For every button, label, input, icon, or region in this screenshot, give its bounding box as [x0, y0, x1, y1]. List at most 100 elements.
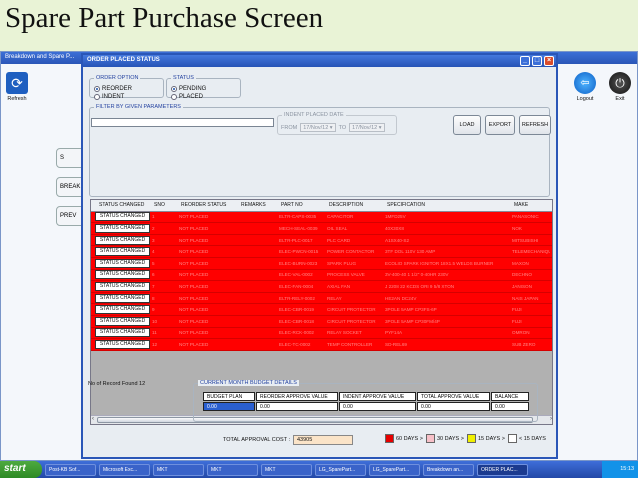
status-changed-button[interactable]: STATUS CHANGED [95, 270, 150, 280]
exit-button[interactable]: ⏻ Exit [607, 72, 633, 102]
table-cell: NOT PLACED [179, 225, 209, 231]
total-approve-value[interactable]: 0.00 [417, 402, 490, 411]
minimize-icon[interactable]: _ [520, 56, 530, 66]
table-cell: NOT PLACED [179, 237, 209, 243]
table-cell: 3POLE 5AMP CP30FM/4P [385, 318, 440, 324]
refresh-button[interactable]: ⟳ Refresh [5, 72, 29, 102]
table-row[interactable]: STATUS CHANGED 3 NOT PLACED ELTR-PLC-0017 PL… [91, 234, 552, 247]
taskbar-task[interactable]: Breakdown an... [423, 463, 474, 476]
table-cell: NOT PLACED [179, 249, 209, 255]
taskbar-task[interactable]: MKT [261, 463, 312, 476]
table-row[interactable]: STATUS CHANGED 1 NOT PLACED ELTR-CAPS-0035 C… [91, 211, 552, 224]
pending-radio[interactable]: PENDING [171, 86, 206, 92]
table-row[interactable]: STATUS CHANGED 2 NOT PLACED MECH-SEAL-0039 O… [91, 223, 552, 235]
table-cell: ELTR-PLC-0017 [279, 237, 313, 243]
scroll-left-icon[interactable]: ‹ [92, 416, 94, 422]
close-icon[interactable]: × [544, 56, 554, 66]
record-count: No of Record Found 12 [88, 381, 146, 387]
status-changed-button[interactable]: STATUS CHANGED [95, 316, 150, 326]
taskbar-task[interactable]: MKT [207, 463, 258, 476]
status-changed-button[interactable]: STATUS CHANGED [95, 339, 150, 349]
table-cell: 3V-400-40 1 1/2" 0-40HR 230V [385, 272, 449, 278]
table-cell: PLC CARD [327, 237, 351, 243]
status-changed-button[interactable]: STATUS CHANGED [95, 328, 150, 338]
table-row[interactable]: STATUS CHANGED 8 NOT PLACED ELTR-RELY-0002 R… [91, 292, 552, 305]
status-changed-button[interactable]: STATUS CHANGED [95, 247, 150, 257]
table-row[interactable]: STATUS CHANGED 9 NOT PLACED ELEC-CBR-0019 CI… [91, 304, 552, 316]
status-changed-button[interactable]: STATUS CHANGED [95, 212, 150, 222]
placed-radio[interactable]: PLACED [171, 94, 203, 100]
table-cell: 11 [152, 330, 157, 336]
order-placed-status-dialog: ORDER PLACED STATUS _ □ × ORDER OPTION R… [81, 53, 558, 459]
table-cell: 6 [152, 272, 155, 278]
table-cell: ELEC-CBR-0018 [279, 318, 314, 324]
from-date-picker[interactable]: 17/Nov/12 ▾ [300, 123, 336, 132]
table-row[interactable]: STATUS CHANGED 7 NOT PLACED ELEC-FAN-0004 AX… [91, 281, 552, 293]
logout-icon: ⇦ [574, 72, 596, 94]
taskbar-task[interactable]: MKT [153, 463, 204, 476]
table-row[interactable]: STATUS CHANGED 4 NOT PLACED ELEC-PWCN-0015 P… [91, 246, 552, 258]
logout-button[interactable]: ⇦ Logout [572, 72, 598, 102]
taskbar-task[interactable]: Microsoft Exc... [99, 463, 150, 476]
load-button[interactable]: LOAD [453, 115, 481, 135]
reorder-radio[interactable]: REORDER [94, 86, 132, 92]
scroll-right-icon[interactable]: › [550, 416, 552, 422]
taskbar-task[interactable]: Post-KB Sof... [45, 463, 96, 476]
table-cell: CIRCUIT PROTECTOR [327, 318, 376, 324]
table-cell: NOK [512, 225, 522, 231]
status-changed-button[interactable]: STATUS CHANGED [95, 235, 150, 245]
legend-swatch [426, 434, 435, 443]
export-button[interactable]: EXPORT [485, 115, 515, 135]
table-row[interactable]: STATUS CHANGED 6 NOT PLACED ELEC-VAL-0002 PR… [91, 269, 552, 282]
table-cell: SUB ZERO [512, 341, 536, 347]
table-row[interactable]: STATUS CHANGED 5 NOT PLACED ELEC-BURN-0023 S… [91, 258, 552, 270]
order-option-group: ORDER OPTION REORDER INDENT [89, 75, 164, 100]
refresh-grid-button[interactable]: REFRESH [519, 115, 551, 135]
status-changed-button[interactable]: STATUS CHANGED [95, 281, 150, 291]
taskbar-task[interactable]: ORDER PLAC... [477, 463, 528, 476]
indent-radio[interactable]: INDENT [94, 94, 124, 100]
refresh-icon: ⟳ [6, 72, 28, 94]
column-header: REMARKS [241, 202, 266, 209]
table-cell: 9 [152, 307, 155, 313]
table-cell: NOT PLACED [179, 283, 209, 289]
table-cell: NOT PLACED [179, 318, 209, 324]
table-cell: CAPACITOR [327, 214, 354, 220]
indent-approve-value[interactable]: 0.00 [339, 402, 416, 411]
table-cell: NOT PLACED [179, 295, 209, 301]
table-cell: NOT PLACED [179, 214, 209, 220]
table-cell: TELEMECHANIQUE [512, 249, 550, 255]
table-cell: RELAY [327, 295, 342, 301]
taskbar-clock: 15:13 [602, 461, 638, 478]
table-row[interactable]: STATUS CHANGED 11 NOT PLACED ELEC-RCK-0002 R… [91, 327, 552, 340]
table-row[interactable]: STATUS CHANGED 10 NOT PLACED ELEC-CBR-0018 C… [91, 316, 552, 328]
taskbar-task[interactable]: LG_SparePart... [369, 463, 420, 476]
table-cell: ELTR-CAPS-0035 [279, 214, 317, 220]
table-cell: 8 [152, 295, 155, 301]
taskbar-task[interactable]: LG_SparePart... [315, 463, 366, 476]
budget-plan-value[interactable]: 0.00 [203, 402, 255, 411]
status-changed-button[interactable]: STATUS CHANGED [95, 293, 150, 303]
reorder-approve-value[interactable]: 0.00 [256, 402, 338, 411]
maximize-icon[interactable]: □ [532, 56, 542, 66]
status-changed-button[interactable]: STATUS CHANGED [95, 305, 150, 315]
table-cell: JANISON [512, 283, 532, 289]
to-date-picker[interactable]: 17/Nov/12 ▾ [349, 123, 385, 132]
table-cell: ELEC-CBR-0019 [279, 307, 314, 313]
legend-swatch [508, 434, 517, 443]
table-cell: TEMP CONTROLLER [327, 341, 373, 347]
table-row[interactable]: STATUS CHANGED 12 NOT PLACED ELEC-TC-0002 TE… [91, 339, 552, 351]
status-changed-button[interactable]: STATUS CHANGED [95, 223, 150, 233]
indent-date-group: INDENT PLACED DATE FROM 17/Nov/12 ▾ TO 1… [277, 112, 397, 135]
status-changed-button[interactable]: STATUS CHANGED [95, 258, 150, 268]
filter-input[interactable] [91, 118, 274, 127]
start-button[interactable]: start [0, 461, 42, 478]
balance-value[interactable]: 0.00 [491, 402, 529, 411]
table-cell: POWER CONTACTOR [327, 249, 375, 255]
table-cell: NOT PLACED [179, 341, 209, 347]
radio-unchecked-icon [94, 94, 100, 100]
dialog-title: ORDER PLACED STATUS _ □ × [83, 55, 556, 67]
legend-60-days: 60 DAYS > [385, 434, 423, 443]
table-cell: RELAY SOCKET [327, 330, 362, 336]
column-header: REORDER STATUS [181, 202, 227, 209]
